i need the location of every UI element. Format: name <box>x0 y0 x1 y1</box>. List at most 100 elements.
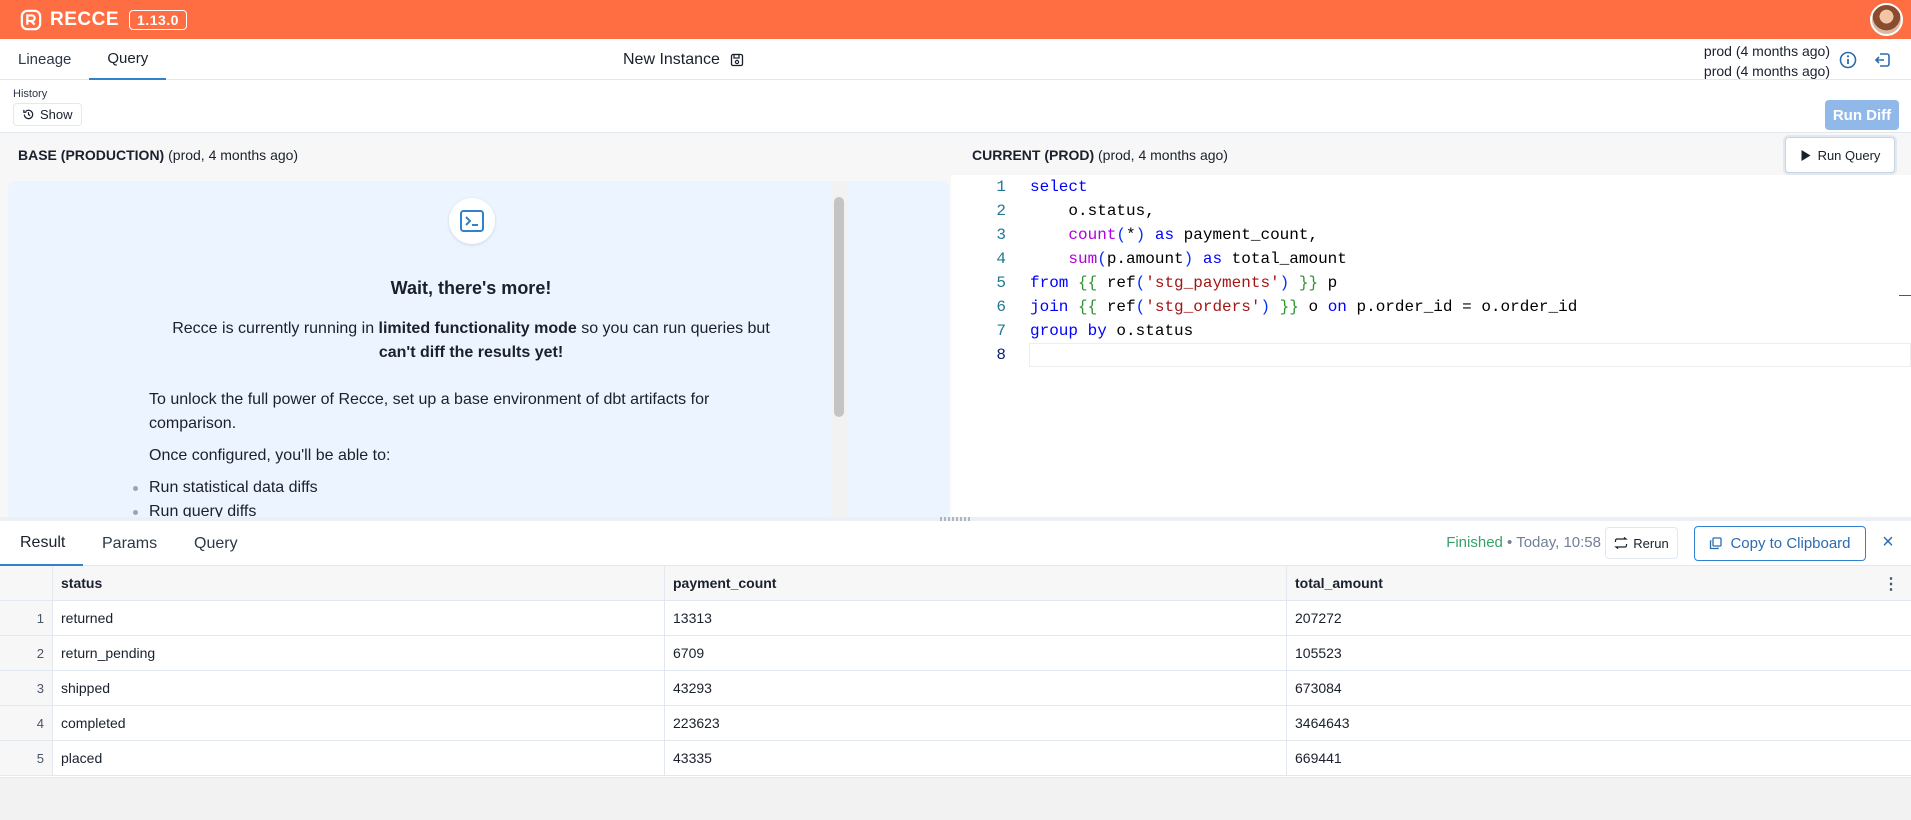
notice-paragraph: To unlock the full power of Recce, set u… <box>149 391 710 432</box>
table-header-row: status payment_count total_amount ⋮ <box>0 566 1911 601</box>
rerun-button[interactable]: Rerun <box>1605 527 1678 559</box>
cell-payment-count[interactable]: 6709 <box>665 636 1287 670</box>
notice-lead: Recce is currently running in limited fu… <box>158 317 784 365</box>
close-icon[interactable]: × <box>1879 532 1897 552</box>
code-text: join {{ ref('stg_orders') }} o on p.orde… <box>1030 298 1578 316</box>
top-bar: RECCE 1.13.0 <box>0 0 1911 39</box>
code-line: 2 o.status, <box>951 199 1911 223</box>
code-line: 1 select <box>951 175 1911 199</box>
cell-status[interactable]: placed <box>53 741 665 775</box>
line-number: 2 <box>996 202 1006 220</box>
capabilities-list: Run statistical data diffs Run query dif… <box>133 476 318 517</box>
tab-lineage[interactable]: Lineage <box>0 39 89 80</box>
code-text: sum(p.amount) as total_amount <box>1068 250 1347 268</box>
table-row: 3 shipped 43293 673084 <box>0 671 1911 706</box>
refresh-icon <box>1614 537 1628 549</box>
run-diff-button[interactable]: Run Diff <box>1825 100 1899 130</box>
row-number: 1 <box>0 601 53 635</box>
row-number-header <box>0 566 53 600</box>
line-number: 3 <box>996 226 1006 244</box>
app-version-badge: 1.13.0 <box>129 9 187 30</box>
column-header-total-amount[interactable]: total_amount <box>1287 566 1911 600</box>
tab-query-text[interactable]: Query <box>194 521 238 566</box>
table-row: 4 completed 223623 3464643 <box>0 706 1911 741</box>
recce-logo-icon <box>20 9 42 30</box>
notice-heading: Wait, there's more! <box>390 278 552 298</box>
code-line: 4 sum(p.amount) as total_amount <box>951 247 1911 271</box>
editor-ruler <box>1899 295 1911 296</box>
code-line: 7 group by o.status <box>951 319 1911 343</box>
user-avatar[interactable] <box>1870 3 1903 36</box>
list-item: Run statistical data diffs <box>133 476 318 500</box>
notice-lead-a: Recce is currently running in <box>172 320 379 337</box>
history-icon <box>23 109 34 120</box>
current-env-title: CURRENT (PROD) (prod, 4 months ago) <box>972 147 1228 163</box>
run-status: Finished • Today, 10:58 <box>1446 534 1601 551</box>
column-menu-icon[interactable]: ⋮ <box>1883 574 1899 594</box>
export-icon[interactable] <box>1873 50 1893 70</box>
table-row: 1 returned 13313 207272 <box>0 601 1911 636</box>
code-token: select <box>1030 178 1088 196</box>
cell-total-amount[interactable]: 207272 <box>1287 601 1911 635</box>
line-number: 1 <box>996 178 1006 196</box>
info-icon[interactable] <box>1838 50 1858 70</box>
notice-lead-c: so you can run queries but <box>576 320 770 337</box>
line-number: 6 <box>996 298 1006 316</box>
cell-payment-count[interactable]: 13313 <box>665 601 1287 635</box>
current-env-info: prod (4 months ago) <box>1703 63 1830 79</box>
cell-payment-count[interactable]: 223623 <box>665 706 1287 740</box>
copy-label: Copy to Clipboard <box>1730 535 1851 552</box>
notice-lead-d: can't diff the results yet! <box>378 344 564 361</box>
cell-total-amount[interactable]: 3464643 <box>1287 706 1911 740</box>
column-header-payment-count[interactable]: payment_count <box>665 566 1287 600</box>
status-time: • Today, 10:58 <box>1502 534 1601 551</box>
notice-lead-b: limited functionality mode <box>378 320 577 337</box>
run-query-button[interactable]: Run Query <box>1785 137 1895 173</box>
table-row: 2 return_pending 6709 105523 <box>0 636 1911 671</box>
cell-total-amount[interactable]: 673084 <box>1287 671 1911 705</box>
line-number: 7 <box>996 322 1006 340</box>
app-logo[interactable]: RECCE 1.13.0 <box>20 9 187 31</box>
sql-editor[interactable]: 1 select 2 o.status, 3 count(*) as paymen… <box>951 175 1911 517</box>
history-label: History <box>13 88 48 100</box>
instance-title: New Instance <box>623 39 744 80</box>
cell-status[interactable]: shipped <box>53 671 665 705</box>
environment-header: BASE (PRODUCTION) (prod, 4 months ago) C… <box>0 133 1911 175</box>
history-bar: History Show Run Diff <box>0 80 1911 133</box>
cell-status[interactable]: returned <box>53 601 665 635</box>
env-info: prod (4 months ago) prod (4 months ago) <box>1704 41 1830 81</box>
line-number: 4 <box>996 250 1006 268</box>
base-env-name: BASE (PRODUCTION) <box>18 147 165 163</box>
code-text: count(*) as payment_count, <box>1068 226 1319 244</box>
cell-payment-count[interactable]: 43335 <box>665 741 1287 775</box>
scrollbar[interactable] <box>834 197 844 417</box>
save-icon[interactable] <box>730 53 744 67</box>
line-number: 8 <box>996 346 1006 364</box>
cell-total-amount[interactable]: 105523 <box>1287 636 1911 670</box>
cell-status[interactable]: return_pending <box>53 636 665 670</box>
table-row: 5 placed 43335 669441 <box>0 741 1911 776</box>
run-query-label: Run Query <box>1817 147 1881 163</box>
base-env-subtitle: (prod, 4 months ago) <box>168 147 299 163</box>
copy-icon <box>1710 537 1723 550</box>
base-env-info: prod (4 months ago) <box>1703 43 1830 59</box>
row-number: 2 <box>0 636 53 670</box>
notice-capabilities-intro: Once configured, you'll be able to: <box>149 447 391 464</box>
column-header-status[interactable]: status <box>53 566 665 600</box>
cell-status[interactable]: completed <box>53 706 665 740</box>
list-item: Run query diffs <box>133 500 318 517</box>
tab-params[interactable]: Params <box>102 521 157 566</box>
cell-payment-count[interactable]: 43293 <box>665 671 1287 705</box>
tab-query[interactable]: Query <box>89 39 167 80</box>
show-history-button[interactable]: Show <box>13 103 82 126</box>
current-env-subtitle: (prod, 4 months ago) <box>1098 147 1228 163</box>
code-text: select <box>1030 178 1088 196</box>
code-line: 8 <box>951 343 1911 367</box>
copy-to-clipboard-button[interactable]: Copy to Clipboard <box>1694 526 1866 561</box>
base-env-title: BASE (PRODUCTION) (prod, 4 months ago) <box>18 147 298 163</box>
show-label: Show <box>40 107 73 122</box>
cell-total-amount[interactable]: 669441 <box>1287 741 1911 775</box>
base-pane: Wait, there's more! Recce is currently r… <box>0 175 951 517</box>
app-name: RECCE <box>50 8 120 30</box>
tab-result[interactable]: Result <box>0 521 84 566</box>
